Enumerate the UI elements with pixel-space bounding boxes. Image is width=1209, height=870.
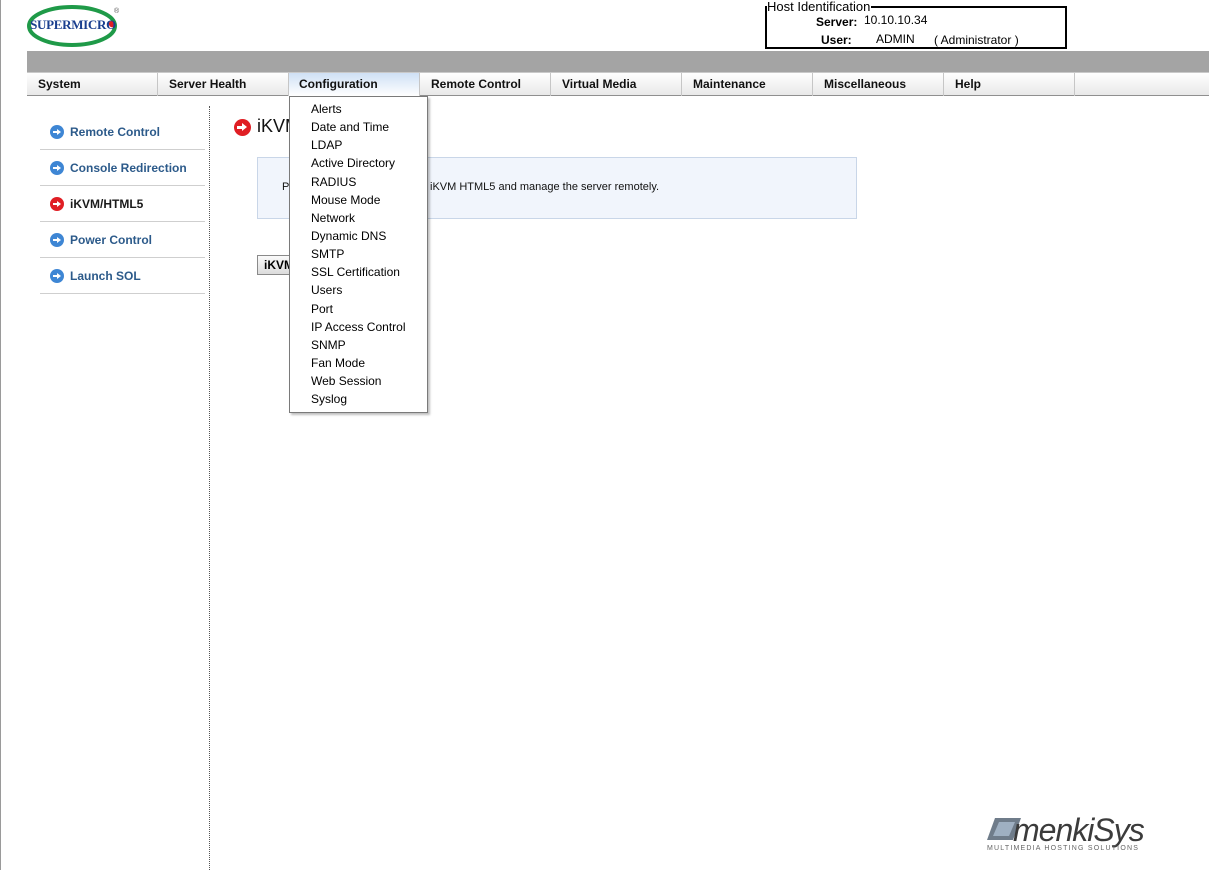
menu-item-alerts[interactable]: Alerts: [311, 102, 342, 116]
nav-miscellaneous[interactable]: Miscellaneous: [813, 73, 944, 96]
menu-item-ssl-certification[interactable]: SSL Certification: [311, 265, 400, 279]
sidebar-item-label: Power Control: [70, 233, 153, 247]
sidebar-item-ikvm-html5[interactable]: iKVM/HTML5: [40, 186, 205, 222]
menu-item-ldap[interactable]: LDAP: [311, 138, 342, 152]
nav-configuration[interactable]: Configuration: [289, 73, 420, 96]
user-label: User:: [821, 33, 852, 47]
sidebar: Remote Control Console Redirection iKVM/…: [40, 114, 205, 294]
sidebar-item-console-redirection[interactable]: Console Redirection: [40, 150, 205, 186]
menu-item-users[interactable]: Users: [311, 283, 342, 297]
user-role: ( Administrator ): [934, 33, 1019, 47]
sidebar-item-remote-control[interactable]: Remote Control: [40, 114, 205, 150]
watermark-subtitle: MULTIMEDIA HOSTING SOLUTIONS: [987, 845, 1140, 852]
menu-item-snmp[interactable]: SNMP: [311, 338, 346, 352]
info-text: iKVM HTML5 and manage the server remotel…: [430, 181, 660, 193]
logo-text: SUPERMICRO: [30, 17, 116, 32]
menu-item-mouse-mode[interactable]: Mouse Mode: [311, 193, 380, 207]
menkisys-watermark: menkiSys MULTIMEDIA HOSTING SOLUTIONS: [985, 812, 1190, 857]
sidebar-item-label: iKVM/HTML5: [70, 197, 144, 211]
arrow-right-active-icon: [50, 197, 64, 211]
server-label: Server:: [816, 15, 858, 29]
arrow-right-icon: [50, 269, 64, 283]
sidebar-item-label: Remote Control: [70, 125, 160, 139]
watermark-text: menkiSys: [1013, 812, 1145, 848]
menu-item-radius[interactable]: RADIUS: [311, 175, 356, 189]
arrow-right-icon: [50, 161, 64, 175]
left-border: [0, 0, 1, 870]
menu-item-web-session[interactable]: Web Session: [311, 374, 381, 388]
configuration-dropdown-menu: Alerts Date and Time LDAP Active Directo…: [289, 96, 428, 413]
arrow-right-active-icon: [234, 119, 251, 136]
menu-item-ip-access-control[interactable]: IP Access Control: [311, 320, 406, 334]
arrow-right-icon: [50, 233, 64, 247]
user-value: ADMIN: [876, 32, 915, 46]
sidebar-item-power-control[interactable]: Power Control: [40, 222, 205, 258]
sidebar-item-label: Launch SOL: [70, 269, 141, 283]
host-identification-legend: Host Identification: [767, 0, 872, 14]
menu-item-date-and-time[interactable]: Date and Time: [311, 120, 389, 134]
arrow-right-icon: [50, 125, 64, 139]
nav-system[interactable]: System: [27, 73, 158, 96]
nav-maintenance[interactable]: Maintenance: [682, 73, 813, 96]
sidebar-item-label: Console Redirection: [70, 161, 187, 175]
menu-item-syslog[interactable]: Syslog: [311, 392, 347, 406]
header-band: [27, 51, 1209, 72]
nav-server-health[interactable]: Server Health: [158, 73, 289, 96]
sidebar-item-launch-sol[interactable]: Launch SOL: [40, 258, 205, 294]
server-value: 10.10.10.34: [864, 13, 928, 27]
nav-help[interactable]: Help: [944, 73, 1075, 96]
nav-virtual-media[interactable]: Virtual Media: [551, 73, 682, 96]
menu-item-dynamic-dns[interactable]: Dynamic DNS: [311, 229, 386, 243]
menu-item-active-directory[interactable]: Active Directory: [311, 156, 395, 170]
supermicro-logo: SUPERMICRO ®: [27, 4, 119, 49]
main-nav: System Server Health Configuration Remot…: [27, 72, 1209, 96]
logo-registered-mark: ®: [114, 8, 120, 15]
menu-item-port[interactable]: Port: [311, 302, 333, 316]
menu-item-fan-mode[interactable]: Fan Mode: [311, 356, 365, 370]
sidebar-divider: [209, 106, 210, 870]
menu-item-smtp[interactable]: SMTP: [311, 247, 344, 261]
menu-item-network[interactable]: Network: [311, 211, 355, 225]
nav-remote-control[interactable]: Remote Control: [420, 73, 551, 96]
